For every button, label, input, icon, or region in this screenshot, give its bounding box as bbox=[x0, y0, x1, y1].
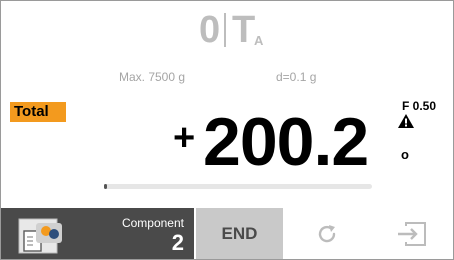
component-button[interactable]: Component 2 bbox=[1, 208, 194, 259]
end-button[interactable]: END bbox=[196, 208, 283, 259]
max-capacity-label: Max. 7500 g bbox=[119, 70, 186, 84]
tare-indicator-subscript: A bbox=[254, 33, 264, 48]
exit-icon bbox=[398, 221, 426, 246]
warning-icon bbox=[398, 114, 414, 128]
status-separator bbox=[224, 13, 226, 47]
balance-screen: 0 T A Max. 7500 g d=0.1 g Total + 200.2 … bbox=[0, 0, 454, 260]
weight-sign: + bbox=[173, 117, 196, 159]
refresh-icon bbox=[318, 224, 336, 242]
bottom-toolbar: Component 2 END bbox=[1, 208, 453, 259]
component-number: 2 bbox=[171, 230, 184, 255]
mode-badge: Total bbox=[10, 102, 66, 122]
f-value-label: F 0.50 bbox=[402, 99, 437, 113]
refresh-button[interactable] bbox=[285, 208, 369, 259]
component-label: Component bbox=[121, 216, 184, 230]
progress-fill bbox=[104, 184, 107, 189]
readability-label: d=0.1 g bbox=[276, 70, 317, 84]
zero-indicator: 0 bbox=[199, 9, 221, 51]
o-label: o bbox=[401, 147, 409, 162]
tare-indicator: T bbox=[232, 9, 256, 51]
component-icon bbox=[18, 218, 62, 254]
weight-value: 200.2 bbox=[203, 104, 369, 180]
exit-button[interactable] bbox=[371, 208, 453, 259]
progress-bar bbox=[104, 184, 372, 189]
